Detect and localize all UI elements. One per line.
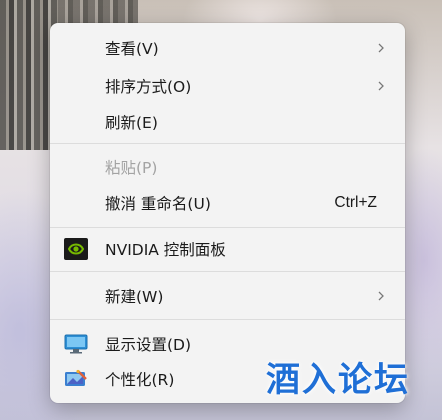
desktop-context-menu: 查看(V) 排序方式(O) 刷新(E) 粘贴(P) 撤消 重命名(U) Ctrl… <box>50 23 405 403</box>
chevron-right-icon <box>378 291 384 301</box>
menu-item-paste: 粘贴(P) <box>50 150 405 184</box>
menu-separator <box>50 319 405 320</box>
menu-separator <box>50 143 405 144</box>
menu-item-sort-by[interactable]: 排序方式(O) <box>50 69 405 103</box>
menu-item-label: 排序方式(O) <box>105 78 192 96</box>
menu-item-label: 个性化(R) <box>105 371 175 389</box>
shortcut-label: Ctrl+Z <box>334 194 377 211</box>
menu-item-refresh[interactable]: 刷新(E) <box>50 105 405 139</box>
menu-item-label: 显示设置(D) <box>105 336 192 354</box>
menu-item-label: NVIDIA 控制面板 <box>105 241 226 259</box>
menu-separator <box>50 271 405 272</box>
personalize-icon <box>65 369 87 386</box>
menu-item-label: 新建(W) <box>105 288 164 306</box>
monitor-icon <box>64 334 88 354</box>
menu-item-view[interactable]: 查看(V) <box>50 31 405 65</box>
menu-separator <box>50 227 405 228</box>
chevron-right-icon <box>378 81 384 91</box>
menu-item-label: 撤消 重命名(U) <box>105 195 211 213</box>
nvidia-logo-icon <box>64 238 88 260</box>
menu-item-nvidia-control-panel[interactable]: NVIDIA 控制面板 <box>50 232 405 266</box>
menu-item-new[interactable]: 新建(W) <box>50 279 405 313</box>
menu-item-label: 粘贴(P) <box>105 159 158 177</box>
menu-item-undo-rename[interactable]: 撤消 重命名(U) Ctrl+Z <box>50 186 405 220</box>
watermark-logo: 酒入论坛 <box>266 360 410 400</box>
menu-item-label: 刷新(E) <box>105 114 158 132</box>
chevron-right-icon <box>378 43 384 53</box>
menu-item-label: 查看(V) <box>105 40 159 58</box>
